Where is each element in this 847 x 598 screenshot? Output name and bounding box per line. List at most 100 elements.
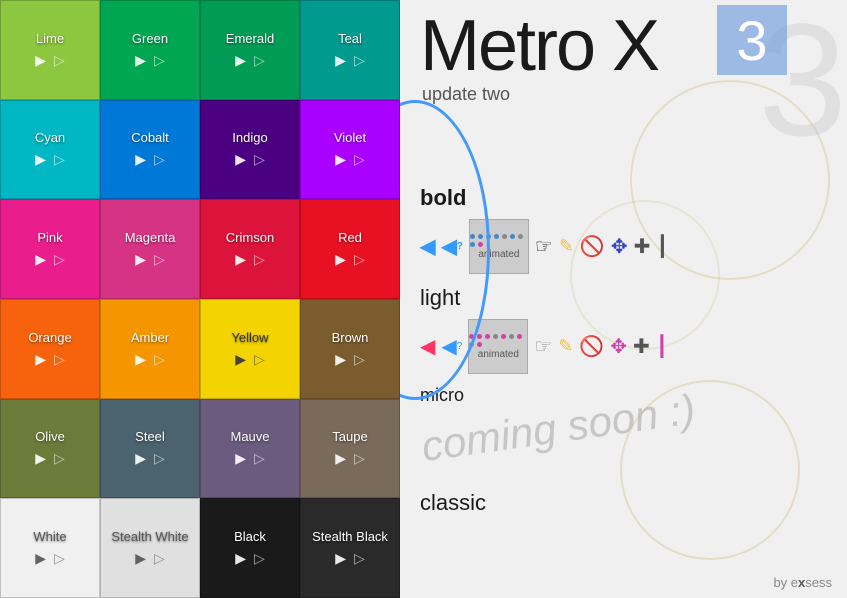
tile-cursors: ▶ ▷ <box>235 151 265 168</box>
tile-label: Stealth Black <box>312 529 388 544</box>
color-tile-brown[interactable]: Brown ▶ ▷ <box>300 299 400 399</box>
tile-cursor-1: ▶ <box>235 52 246 69</box>
color-tile-grid: Lime ▶ ▷ Green ▶ ▷ Emerald ▶ ▷ Teal ▶ ▷ <box>0 0 400 598</box>
tile-cursor-1: ▶ <box>135 450 146 467</box>
color-tile-yellow[interactable]: Yellow ▶ ▷ <box>200 299 300 399</box>
color-tile-cobalt[interactable]: Cobalt ▶ ▷ <box>100 100 200 200</box>
tile-cursor-2: ▷ <box>354 450 365 467</box>
tile-cursor-1: ▶ <box>135 550 146 567</box>
bold-pencil-cursor[interactable]: ✎ <box>559 236 574 257</box>
tile-cursor-1: ▶ <box>135 151 146 168</box>
bold-arrow-cursor[interactable]: ◀ <box>420 234 435 259</box>
color-tile-stealth-white[interactable]: Stealth White ▶ ▷ <box>100 498 200 598</box>
light-section-label: light <box>420 285 668 311</box>
color-tile-pink[interactable]: Pink ▶ ▷ <box>0 199 100 299</box>
tile-cursors: ▶ ▷ <box>35 351 65 368</box>
light-no-cursor[interactable]: 🚫 <box>579 334 604 359</box>
right-panel: 3 Metro X update two 3 bold ◀ ◀? animate… <box>400 0 847 598</box>
tile-cursors: ▶ ▷ <box>35 251 65 268</box>
light-arrow-cursor[interactable]: ◀ <box>420 334 435 359</box>
bold-cursor-row: ◀ ◀? animated ☞ ✎ 🚫 ✥ ✚ ┃ <box>420 219 668 274</box>
tile-label: White <box>33 529 66 544</box>
light-question-cursor[interactable]: ◀? <box>441 334 462 359</box>
color-tile-white[interactable]: White ▶ ▷ <box>0 498 100 598</box>
tile-cursor-2: ▷ <box>354 251 365 268</box>
color-tile-teal[interactable]: Teal ▶ ▷ <box>300 0 400 100</box>
tile-cursor-1: ▶ <box>135 251 146 268</box>
color-tile-emerald[interactable]: Emerald ▶ ▷ <box>200 0 300 100</box>
tile-cursor-1: ▶ <box>335 151 346 168</box>
color-tile-crimson[interactable]: Crimson ▶ ▷ <box>200 199 300 299</box>
tile-cursor-2: ▷ <box>54 52 65 69</box>
color-tile-red[interactable]: Red ▶ ▷ <box>300 199 400 299</box>
light-pencil-cursor[interactable]: ✎ <box>558 336 573 357</box>
tile-label: Stealth White <box>111 529 188 544</box>
light-hand-cursor[interactable]: ☞ <box>534 334 552 359</box>
color-tile-taupe[interactable]: Taupe ▶ ▷ <box>300 399 400 499</box>
bold-question-cursor[interactable]: ◀? <box>441 234 463 259</box>
tile-cursors: ▶ ▷ <box>135 151 165 168</box>
tile-cursors: ▶ ▷ <box>135 450 165 467</box>
color-tile-olive[interactable]: Olive ▶ ▷ <box>0 399 100 499</box>
tile-label: Black <box>234 529 266 544</box>
tile-cursor-2: ▷ <box>154 251 165 268</box>
tile-cursor-1: ▶ <box>35 450 46 467</box>
tile-cursor-1: ▶ <box>35 351 46 368</box>
bold-hand-cursor[interactable]: ☞ <box>535 234 553 259</box>
tile-cursor-2: ▷ <box>154 151 165 168</box>
tile-label: Teal <box>338 31 362 46</box>
bold-beam-cursor[interactable]: ┃ <box>656 234 668 259</box>
tile-cursors: ▶ ▷ <box>335 52 365 69</box>
color-tile-violet[interactable]: Violet ▶ ▷ <box>300 100 400 200</box>
light-beam-cursor[interactable]: ┃ <box>656 334 668 359</box>
bold-no-cursor[interactable]: 🚫 <box>580 234 605 259</box>
color-tile-magenta[interactable]: Magenta ▶ ▷ <box>100 199 200 299</box>
app-title-text: Metro X <box>420 6 658 86</box>
bold-section: bold ◀ ◀? animated ☞ ✎ 🚫 ✥ <box>420 185 668 274</box>
tile-cursors: ▶ ▷ <box>35 151 65 168</box>
micro-section-label: micro <box>420 385 464 406</box>
tile-cursor-1: ▶ <box>335 450 346 467</box>
light-move-cursor[interactable]: ✥ <box>610 334 627 359</box>
tile-cursor-2: ▷ <box>54 351 65 368</box>
tile-cursors: ▶ ▷ <box>335 450 365 467</box>
bold-animated-cursor[interactable]: animated <box>469 219 529 274</box>
tile-cursor-2: ▷ <box>254 450 265 467</box>
tile-cursor-1: ▶ <box>135 52 146 69</box>
color-tile-mauve[interactable]: Mauve ▶ ▷ <box>200 399 300 499</box>
tile-label: Crimson <box>226 230 274 245</box>
light-cross-cursor[interactable]: ✚ <box>633 334 650 359</box>
tile-label: Indigo <box>232 130 267 145</box>
tile-cursor-2: ▷ <box>354 351 365 368</box>
color-tile-cyan[interactable]: Cyan ▶ ▷ <box>0 100 100 200</box>
tile-cursor-1: ▶ <box>35 251 46 268</box>
tile-label: Pink <box>37 230 62 245</box>
bold-section-label: bold <box>420 185 668 211</box>
color-tile-lime[interactable]: Lime ▶ ▷ <box>0 0 100 100</box>
light-section: light ◀ ◀? animated ☞ ✎ 🚫 ✥ <box>420 285 668 374</box>
color-tile-indigo[interactable]: Indigo ▶ ▷ <box>200 100 300 200</box>
tile-label: Brown <box>332 330 369 345</box>
color-tile-stealth-black[interactable]: Stealth Black ▶ ▷ <box>300 498 400 598</box>
tile-cursor-2: ▷ <box>254 151 265 168</box>
tile-cursor-1: ▶ <box>35 550 46 567</box>
tile-label: Green <box>132 31 168 46</box>
tile-cursor-2: ▷ <box>354 52 365 69</box>
byline: by exsess <box>773 575 832 590</box>
color-tile-orange[interactable]: Orange ▶ ▷ <box>0 299 100 399</box>
color-tile-black[interactable]: Black ▶ ▷ <box>200 498 300 598</box>
color-tile-green[interactable]: Green ▶ ▷ <box>100 0 200 100</box>
tile-cursors: ▶ ▷ <box>235 52 265 69</box>
color-tile-amber[interactable]: Amber ▶ ▷ <box>100 299 200 399</box>
bold-move-cursor[interactable]: ✥ <box>611 234 628 259</box>
animated-label-bold: animated <box>478 249 519 260</box>
bold-cross-cursor[interactable]: ✚ <box>634 234 651 259</box>
color-tile-steel[interactable]: Steel ▶ ▷ <box>100 399 200 499</box>
tile-label: Steel <box>135 429 165 444</box>
light-animated-cursor[interactable]: animated <box>468 319 528 374</box>
tile-cursors: ▶ ▷ <box>235 251 265 268</box>
light-cursor-row: ◀ ◀? animated ☞ ✎ 🚫 ✥ ✚ ┃ <box>420 319 668 374</box>
tile-cursor-1: ▶ <box>35 52 46 69</box>
tile-label: Amber <box>131 330 169 345</box>
tile-cursors: ▶ ▷ <box>135 251 165 268</box>
